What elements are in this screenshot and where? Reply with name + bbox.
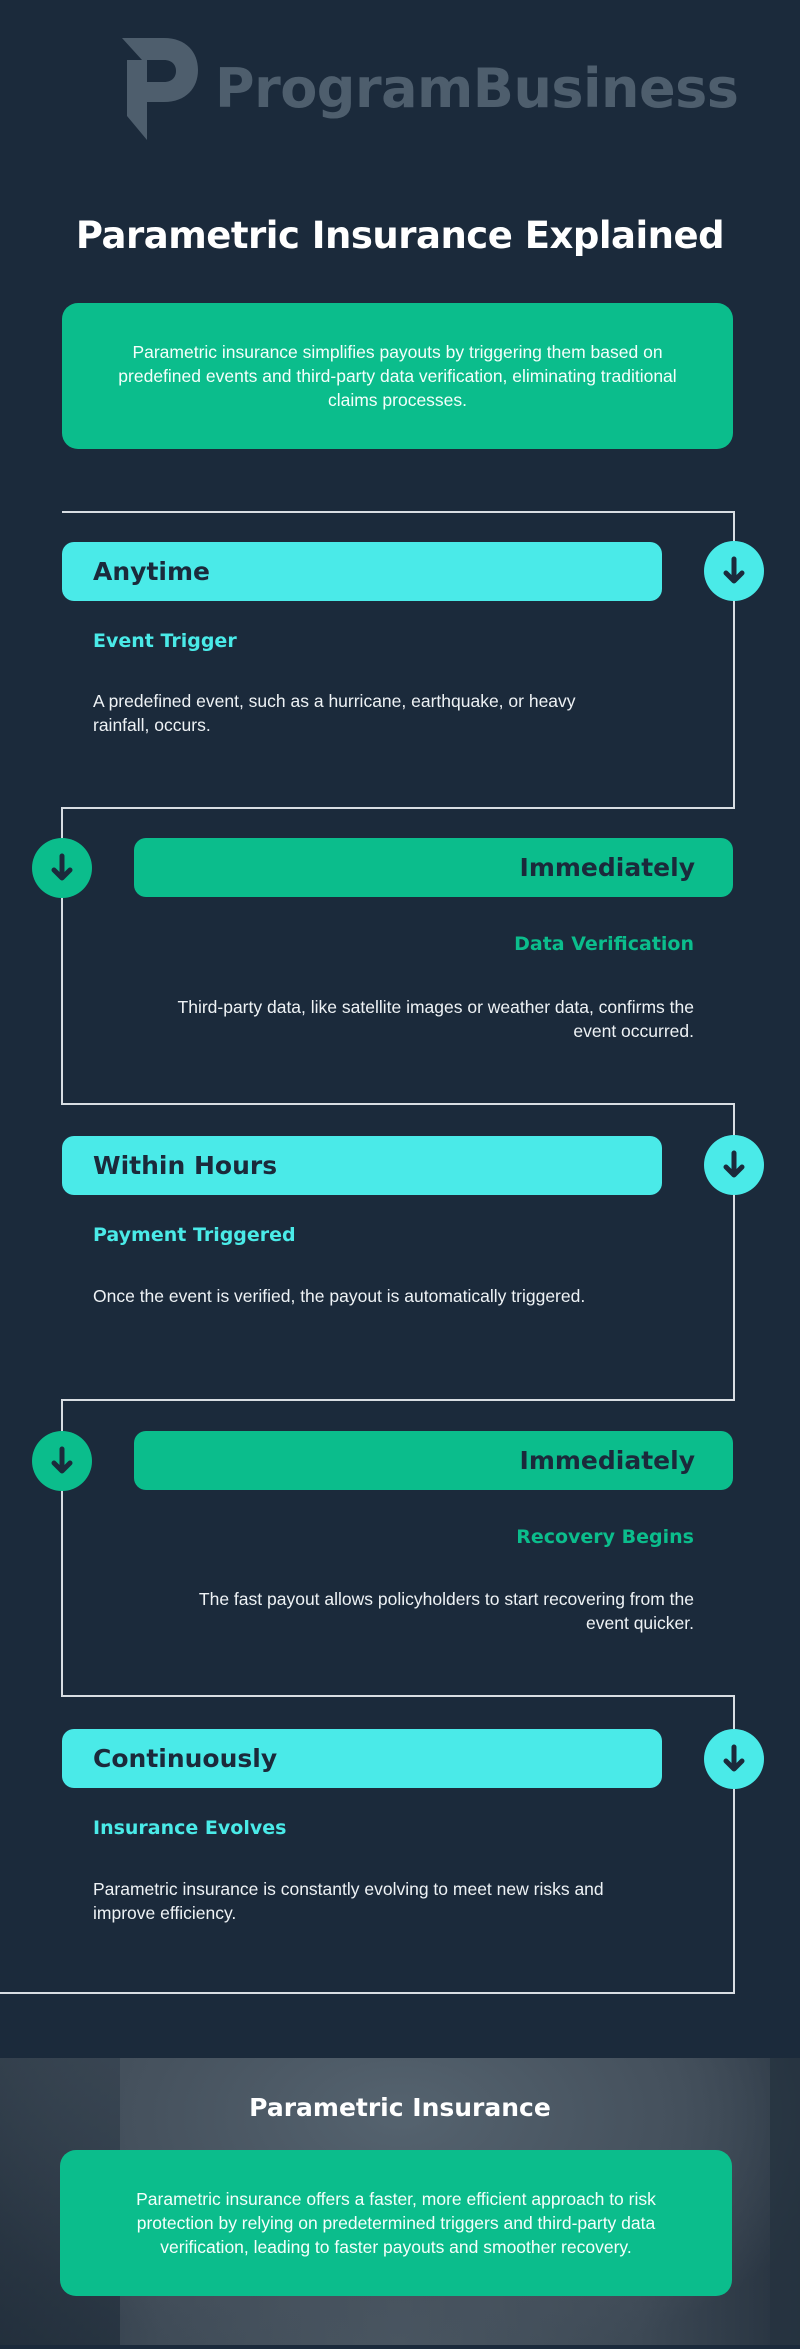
step-1-timing-banner: Anytime xyxy=(62,542,662,601)
step-5-marker xyxy=(704,1729,764,1789)
step-timing: Immediately xyxy=(519,1446,695,1475)
connector-line xyxy=(62,1695,735,1697)
step-4-description: The fast payout allows policyholders to … xyxy=(198,1589,694,1633)
step-2-title: Data Verification xyxy=(514,933,694,955)
arrow-down-icon xyxy=(723,1150,745,1178)
step-3-description: Once the event is verified, the payout i… xyxy=(93,1286,586,1306)
connector-line xyxy=(62,511,735,513)
step-5-description: Parametric insurance is constantly evolv… xyxy=(93,1879,604,1923)
step-4-timing-banner: Immediately xyxy=(134,1431,733,1490)
arrow-down-icon xyxy=(51,853,73,881)
connector-line xyxy=(0,1992,735,1994)
step-4-marker xyxy=(32,1431,92,1491)
step-3-title: Payment Triggered xyxy=(93,1224,296,1246)
step-timing: Anytime xyxy=(93,557,210,586)
step-4-title: Recovery Begins xyxy=(516,1526,694,1548)
step-2-timing-banner: Immediately xyxy=(134,838,733,897)
step-timing: Within Hours xyxy=(93,1151,278,1180)
footer-text: Parametric insurance offers a faster, mo… xyxy=(136,2189,656,2257)
step-timing: Continuously xyxy=(93,1744,278,1773)
arrow-down-icon xyxy=(51,1446,73,1474)
step-2-marker xyxy=(32,838,92,898)
step-3-marker xyxy=(704,1135,764,1195)
intro-text: Parametric insurance simplifies payouts … xyxy=(118,342,677,410)
arrow-down-icon xyxy=(723,1744,745,1772)
page-title: Parametric Insurance Explained xyxy=(75,214,725,257)
step-1-title: Event Trigger xyxy=(93,630,237,652)
program-business-logo-icon xyxy=(122,38,198,140)
step-1-description: A predefined event, such as a hurricane,… xyxy=(93,691,576,735)
brand-name: ProgramBusiness xyxy=(215,57,739,120)
connector-line xyxy=(62,1103,735,1105)
step-3-timing-banner: Within Hours xyxy=(62,1136,662,1195)
intro-card: Parametric insurance simplifies payouts … xyxy=(62,303,733,449)
step-timing: Immediately xyxy=(519,853,695,882)
step-1-marker xyxy=(704,541,764,601)
step-2-description: Third-party data, like satellite images … xyxy=(177,997,694,1041)
connector-line xyxy=(62,807,735,809)
footer-title: Parametric Insurance xyxy=(249,2093,551,2122)
step-5-timing-banner: Continuously xyxy=(62,1729,662,1788)
connector-line xyxy=(62,1399,735,1401)
footer-card: Parametric insurance offers a faster, mo… xyxy=(60,2150,732,2296)
arrow-down-icon xyxy=(723,556,745,584)
step-5-title: Insurance Evolves xyxy=(93,1817,287,1839)
